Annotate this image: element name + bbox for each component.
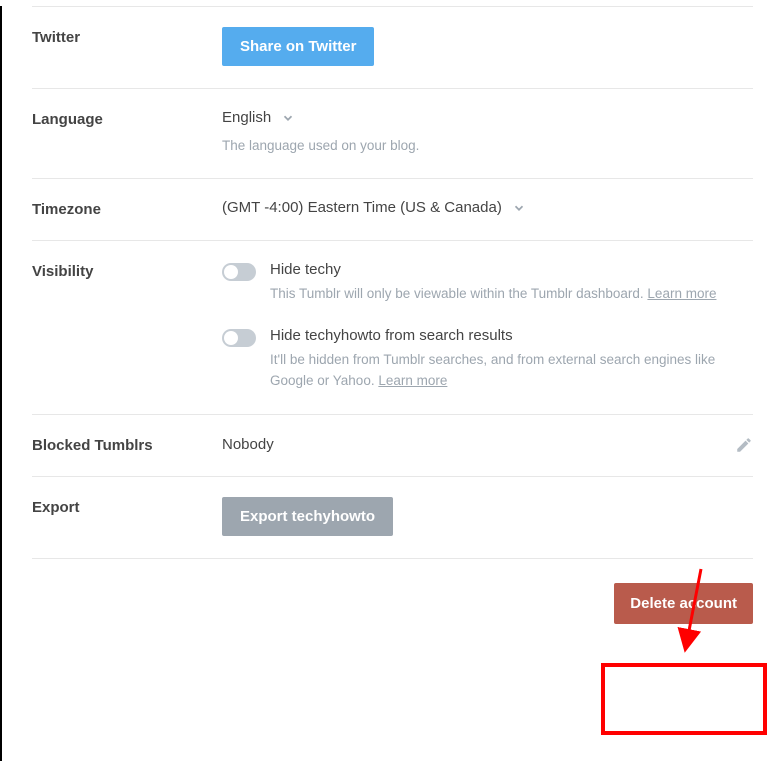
delete-account-button[interactable]: Delete account: [614, 583, 753, 624]
twitter-content: Share on Twitter: [222, 27, 753, 66]
twitter-row: Twitter Share on Twitter: [32, 6, 753, 89]
hide-search-content: Hide techyhowto from search results It'l…: [270, 327, 753, 392]
hide-blog-content: Hide techy This Tumblr will only be view…: [270, 261, 753, 305]
hide-blog-desc-text: This Tumblr will only be viewable within…: [270, 286, 647, 301]
hide-search-desc-text: It'll be hidden from Tumblr searches, an…: [270, 352, 715, 388]
twitter-label: Twitter: [32, 27, 222, 66]
visibility-option-hide-blog: Hide techy This Tumblr will only be view…: [222, 261, 753, 305]
language-value: English: [222, 109, 271, 126]
annotation-highlight-box: [601, 663, 767, 735]
learn-more-link[interactable]: Learn more: [378, 373, 447, 388]
timezone-content: (GMT -4:00) Eastern Time (US & Canada): [222, 199, 753, 218]
blocked-row: Blocked Tumblrs Nobody: [32, 415, 753, 477]
blocked-content: Nobody: [222, 436, 753, 454]
language-hint: The language used on your blog.: [222, 136, 753, 156]
share-twitter-button[interactable]: Share on Twitter: [222, 27, 374, 66]
visibility-option-hide-search: Hide techyhowto from search results It'l…: [222, 327, 753, 392]
footer-row: Delete account: [32, 559, 753, 644]
language-dropdown[interactable]: English: [222, 109, 295, 126]
hide-search-desc: It'll be hidden from Tumblr searches, an…: [270, 350, 753, 392]
timezone-label: Timezone: [32, 199, 222, 218]
timezone-row: Timezone (GMT -4:00) Eastern Time (US & …: [32, 179, 753, 241]
visibility-label: Visibility: [32, 261, 222, 392]
blocked-label: Blocked Tumblrs: [32, 435, 222, 454]
blocked-value: Nobody: [222, 436, 274, 453]
chevron-down-icon: [512, 201, 526, 215]
hide-search-title: Hide techyhowto from search results: [270, 327, 753, 344]
hide-blog-toggle[interactable]: [222, 263, 256, 281]
chevron-down-icon: [281, 111, 295, 125]
export-label: Export: [32, 497, 222, 536]
hide-blog-title: Hide techy: [270, 261, 753, 278]
export-content: Export techyhowto: [222, 497, 753, 536]
timezone-value: (GMT -4:00) Eastern Time (US & Canada): [222, 199, 502, 216]
export-button[interactable]: Export techyhowto: [222, 497, 393, 536]
settings-panel: Twitter Share on Twitter Language Englis…: [2, 6, 783, 644]
language-row: Language English The language used on yo…: [32, 89, 753, 179]
timezone-dropdown[interactable]: (GMT -4:00) Eastern Time (US & Canada): [222, 199, 526, 216]
learn-more-link[interactable]: Learn more: [647, 286, 716, 301]
visibility-content: Hide techy This Tumblr will only be view…: [222, 261, 753, 392]
pencil-icon[interactable]: [735, 436, 753, 454]
hide-blog-desc: This Tumblr will only be viewable within…: [270, 284, 753, 305]
export-row: Export Export techyhowto: [32, 477, 753, 559]
language-content: English The language used on your blog.: [222, 109, 753, 156]
hide-search-toggle[interactable]: [222, 329, 256, 347]
language-label: Language: [32, 109, 222, 156]
visibility-row: Visibility Hide techy This Tumblr will o…: [32, 241, 753, 415]
